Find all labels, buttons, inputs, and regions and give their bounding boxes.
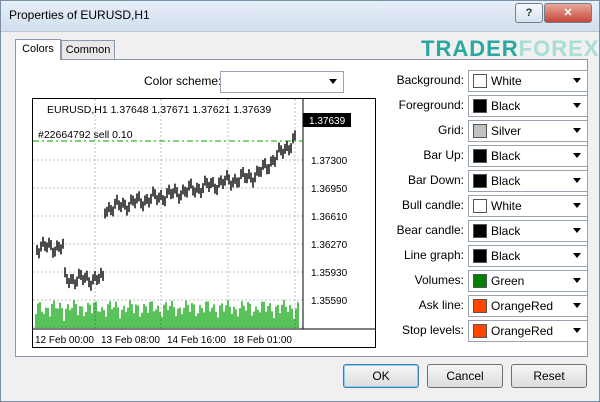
- time-tick-label: 13 Feb 08:00: [101, 335, 160, 346]
- close-button[interactable]: ✕: [544, 3, 592, 23]
- property-color-dropdown[interactable]: White: [468, 195, 588, 217]
- property-row: Stop levels: OrangeRed: [372, 320, 588, 342]
- property-label: Bar Down:: [407, 173, 464, 187]
- property-row: Background: White: [372, 70, 588, 92]
- current-price-label: 1.37639: [309, 116, 346, 127]
- property-label: Foreground:: [398, 98, 464, 112]
- property-row: Bar Down: Black: [372, 170, 588, 192]
- property-label: Background:: [396, 73, 464, 87]
- colors-panel: Color scheme: 1.37300 1.36950 1.36610 1.362…: [15, 59, 588, 357]
- color-swatch: [473, 149, 487, 163]
- chevron-down-icon: [329, 79, 337, 84]
- reset-button[interactable]: Reset: [511, 364, 587, 388]
- properties-dialog: Properties of EURUSD,H1 ? ✕ Colors Commo…: [0, 0, 600, 402]
- property-row: Bull candle: White: [372, 195, 588, 217]
- chevron-down-icon: [573, 103, 581, 108]
- property-label: Bear candle:: [396, 223, 464, 237]
- property-color-value: Black: [491, 149, 521, 163]
- chevron-down-icon: [573, 303, 581, 308]
- chart-order-info: #22664792 sell 0.10: [38, 129, 133, 141]
- time-tick-label: 14 Feb 16:00: [167, 335, 226, 346]
- property-row: Bear candle: Black: [372, 220, 588, 242]
- property-color-value: Black: [491, 99, 521, 113]
- property-row: Bar Up: Black: [372, 145, 588, 167]
- price-tick-label: 1.36610: [311, 212, 348, 223]
- property-row: Line graph: Black: [372, 245, 588, 267]
- time-tick-label: 18 Feb 01:00: [233, 335, 292, 346]
- time-tick-label: 12 Feb 00:00: [35, 335, 94, 346]
- color-swatch: [473, 274, 487, 288]
- property-color-dropdown[interactable]: Green: [468, 270, 588, 292]
- color-swatch: [473, 249, 487, 263]
- property-color-dropdown[interactable]: White: [468, 70, 588, 92]
- chevron-down-icon: [573, 128, 581, 133]
- color-scheme-label: Color scheme:: [144, 74, 222, 88]
- property-color-dropdown[interactable]: OrangeRed: [468, 295, 588, 317]
- property-color-value: Black: [491, 174, 521, 188]
- color-swatch: [473, 74, 487, 88]
- property-row: Ask line: OrangeRed: [372, 295, 588, 317]
- color-swatch: [473, 199, 487, 213]
- price-tick-label: 1.35930: [311, 268, 348, 279]
- chevron-down-icon: [573, 78, 581, 83]
- property-color-dropdown[interactable]: Black: [468, 220, 588, 242]
- brand-logo-part2: FOREX: [518, 36, 600, 61]
- color-scheme-dropdown[interactable]: [220, 71, 344, 93]
- color-swatch: [473, 124, 487, 138]
- property-color-value: Silver: [491, 124, 522, 138]
- property-color-value: OrangeRed: [491, 324, 554, 338]
- cancel-button[interactable]: Cancel: [427, 364, 503, 388]
- property-color-dropdown[interactable]: OrangeRed: [468, 320, 588, 342]
- title-bar[interactable]: Properties of EURUSD,H1 ? ✕: [1, 1, 599, 32]
- color-swatch: [473, 324, 487, 338]
- property-label: Bull candle:: [401, 198, 464, 212]
- property-label: Volumes:: [414, 273, 464, 287]
- chevron-down-icon: [573, 178, 581, 183]
- property-row: Foreground: Black: [372, 95, 588, 117]
- color-swatch: [473, 299, 487, 313]
- tab-colors[interactable]: Colors: [15, 39, 61, 60]
- price-tick-label: 1.35590: [311, 296, 348, 307]
- color-swatch: [473, 99, 487, 113]
- property-color-dropdown[interactable]: Black: [468, 145, 588, 167]
- help-button[interactable]: ?: [515, 3, 543, 23]
- property-row: Grid: Silver: [372, 120, 588, 142]
- chevron-down-icon: [573, 278, 581, 283]
- property-color-value: White: [491, 199, 522, 213]
- chevron-down-icon: [573, 253, 581, 258]
- property-color-value: Black: [491, 224, 521, 238]
- chevron-down-icon: [573, 203, 581, 208]
- color-swatch: [473, 224, 487, 238]
- property-label: Line graph:: [403, 248, 464, 262]
- price-tick-label: 1.36270: [311, 240, 348, 251]
- property-color-dropdown[interactable]: Black: [468, 170, 588, 192]
- property-color-value: Green: [491, 274, 525, 288]
- color-swatch: [473, 174, 487, 188]
- chevron-down-icon: [573, 328, 581, 333]
- brand-logo-part1: TRADER: [421, 36, 519, 61]
- property-label: Stop levels:: [401, 323, 464, 337]
- property-color-value: OrangeRed: [491, 299, 554, 313]
- property-color-dropdown[interactable]: Silver: [468, 120, 588, 142]
- price-tick-label: 1.37300: [311, 156, 348, 167]
- tab-common[interactable]: Common: [61, 40, 115, 60]
- property-color-dropdown[interactable]: Black: [468, 95, 588, 117]
- property-label: Grid:: [437, 123, 464, 137]
- property-color-value: White: [491, 74, 522, 88]
- property-color-value: Black: [491, 249, 521, 263]
- property-label: Bar Up:: [423, 148, 464, 162]
- chart-preview: 1.37300 1.36950 1.36610 1.36270 1.35930 1.355…: [32, 98, 376, 348]
- ok-button[interactable]: OK: [343, 364, 419, 388]
- property-label: Ask line:: [418, 298, 464, 312]
- chevron-down-icon: [573, 228, 581, 233]
- property-row: Volumes: Green: [372, 270, 588, 292]
- chart-symbol-info: EURUSD,H1 1.37648 1.37671 1.37621 1.3763…: [47, 104, 272, 116]
- chevron-down-icon: [573, 153, 581, 158]
- property-color-dropdown[interactable]: Black: [468, 245, 588, 267]
- window-title: Properties of EURUSD,H1: [9, 8, 150, 22]
- price-tick-label: 1.36950: [311, 184, 348, 195]
